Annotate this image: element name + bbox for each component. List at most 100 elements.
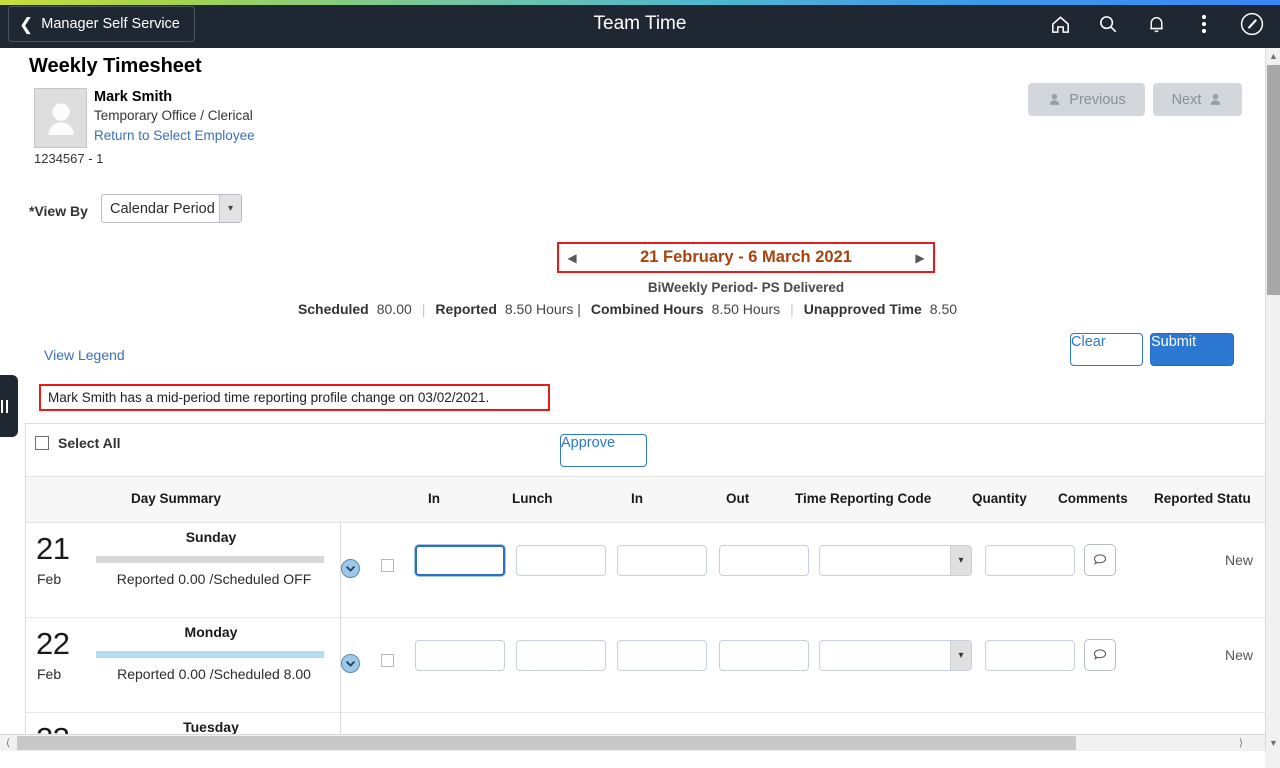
in2-input[interactable] xyxy=(617,640,707,671)
notifications-icon[interactable] xyxy=(1136,4,1176,44)
profile-change-warning: Mark Smith has a mid-period time reporti… xyxy=(39,384,550,411)
scroll-down-icon[interactable]: ▼ xyxy=(1266,735,1280,751)
quantity-input[interactable] xyxy=(985,640,1075,671)
expand-row-icon[interactable] xyxy=(341,654,360,673)
employee-job-title: Temporary Office / Clerical xyxy=(94,108,253,123)
scroll-up-icon[interactable]: ▲ xyxy=(1266,48,1280,64)
comments-button[interactable] xyxy=(1084,544,1116,576)
lunch-input[interactable] xyxy=(516,545,606,576)
person-icon xyxy=(1211,93,1221,105)
employee-name: Mark Smith xyxy=(94,89,173,105)
horizontal-scrollbar[interactable]: ⟨ ⟩ xyxy=(0,734,1265,751)
vertical-scroll-thumb[interactable] xyxy=(1267,65,1280,295)
column-header: In xyxy=(428,491,440,506)
scroll-left-icon[interactable]: ⟨ xyxy=(0,735,16,751)
in2-input[interactable] xyxy=(617,545,707,576)
expand-row-icon[interactable] xyxy=(341,559,360,578)
actions-menu-icon[interactable] xyxy=(1184,4,1224,44)
quantity-input[interactable] xyxy=(985,545,1075,576)
select-all-control[interactable]: Select All xyxy=(35,435,121,451)
header-icon-group xyxy=(1040,0,1272,48)
back-button-label: Manager Self Service xyxy=(41,16,180,32)
day-name: Sunday xyxy=(185,529,237,545)
clear-button[interactable]: Clear xyxy=(1070,333,1143,366)
day-number: 21 xyxy=(36,531,70,566)
next-period-button[interactable]: ▶ xyxy=(907,251,933,265)
combined-hours-label: Combined Hours xyxy=(590,301,704,317)
day-name: Monday xyxy=(184,624,238,640)
out-input[interactable] xyxy=(719,640,809,671)
scrollbar-corner xyxy=(1265,751,1280,768)
return-to-select-employee-link[interactable]: Return to Select Employee xyxy=(94,128,255,143)
app-header: ❮ Manager Self Service Team Time xyxy=(0,0,1280,48)
out-input[interactable] xyxy=(719,545,809,576)
period-range-label: 21 February - 6 March 2021 xyxy=(640,248,852,266)
table-row: 22 Feb Monday Reported 0.00 /Scheduled 8.00… xyxy=(26,618,1265,713)
page-content: Weekly Timesheet Mark Smith Temporary Of… xyxy=(0,48,1265,751)
day-hours-summary: Reported 0.00 /Scheduled 8.00 xyxy=(117,666,311,682)
day-summary-cell: 21 Feb Sunday Reported 0.00 /Scheduled OFF xyxy=(26,523,341,617)
brand-gradient-strip xyxy=(0,0,1280,5)
next-employee-button[interactable]: Next xyxy=(1153,83,1242,116)
select-all-label: Select All xyxy=(58,435,121,451)
column-header: Quantity xyxy=(972,491,1027,506)
period-subtitle: BiWeekly Period- PS Delivered xyxy=(647,280,845,295)
row-select-checkbox[interactable] xyxy=(381,559,394,572)
back-button[interactable]: ❮ Manager Self Service xyxy=(8,6,195,42)
day-summary-cell: 22 Feb Monday Reported 0.00 /Scheduled 8.00 xyxy=(26,618,341,712)
chevron-down-icon: ▾ xyxy=(950,641,971,670)
vertical-scrollbar[interactable]: ▲ ▼ xyxy=(1265,48,1280,751)
chevron-down-icon: ▾ xyxy=(950,546,971,575)
column-header: Time Reporting Code xyxy=(795,491,932,506)
navbar-icon[interactable] xyxy=(1232,4,1272,44)
day-number: 22 xyxy=(36,626,70,661)
time-reporting-code-select[interactable]: ▾ xyxy=(819,640,972,671)
pause-bars-icon xyxy=(0,399,8,413)
home-icon[interactable] xyxy=(1040,4,1080,44)
day-name: Tuesday xyxy=(183,719,239,735)
day-month: Feb xyxy=(37,666,62,682)
search-icon[interactable] xyxy=(1088,4,1128,44)
row-select-checkbox[interactable] xyxy=(381,654,394,667)
view-legend-link[interactable]: View Legend xyxy=(44,347,125,363)
scheduled-label: Scheduled xyxy=(297,301,369,317)
chevron-left-icon: ❮ xyxy=(19,14,34,34)
employee-id: 1234567 - 1 xyxy=(34,151,104,166)
previous-employee-button[interactable]: Previous xyxy=(1028,83,1145,116)
divider: | xyxy=(421,301,426,317)
approve-button[interactable]: Approve xyxy=(560,434,647,467)
reported-status: New xyxy=(1224,647,1253,663)
scheduled-progress-bar xyxy=(96,651,324,658)
horizontal-scroll-thumb[interactable] xyxy=(17,736,1076,750)
day-hours-summary: Reported 0.00 /Scheduled OFF xyxy=(116,571,312,587)
column-header: In xyxy=(631,491,643,506)
time-reporting-code-select[interactable]: ▾ xyxy=(819,545,972,576)
in1-input[interactable] xyxy=(415,640,505,671)
page-title: Weekly Timesheet xyxy=(29,55,202,77)
combined-hours-value: 8.50 Hours xyxy=(711,301,781,317)
period-navigator: ◀ 21 February - 6 March 2021 ▶ xyxy=(557,242,935,273)
submit-button[interactable]: Submit xyxy=(1150,333,1234,366)
grid-rows: 21 Feb Sunday Reported 0.00 /Scheduled OFF ▾… xyxy=(26,523,1265,751)
totals-summary: Scheduled 80.00 | Reported 8.50 Hours | … xyxy=(0,301,1265,317)
select-all-checkbox[interactable] xyxy=(35,436,49,450)
view-by-select[interactable]: Calendar Period ▾ xyxy=(101,194,242,223)
reported-label: Reported xyxy=(435,301,497,317)
unapproved-time-value: 8.50 xyxy=(929,301,958,317)
previous-period-button[interactable]: ◀ xyxy=(559,251,585,265)
collapse-panel-tab[interactable] xyxy=(0,375,18,437)
view-by-label: *View By xyxy=(29,203,88,219)
table-row: 21 Feb Sunday Reported 0.00 /Scheduled OFF ▾… xyxy=(26,523,1265,618)
divider: | xyxy=(790,301,794,317)
column-header: Comments xyxy=(1058,491,1128,506)
in1-input[interactable] xyxy=(415,545,505,576)
next-label: Next xyxy=(1171,91,1202,108)
avatar xyxy=(34,88,87,148)
view-by-value: Calendar Period xyxy=(110,200,215,217)
lunch-input[interactable] xyxy=(516,640,606,671)
scroll-right-icon[interactable]: ⟩ xyxy=(1233,735,1249,751)
reported-status: New xyxy=(1224,552,1253,568)
comments-button[interactable] xyxy=(1084,639,1116,671)
reported-value: 8.50 Hours | xyxy=(504,301,581,317)
previous-label: Previous xyxy=(1069,91,1126,108)
